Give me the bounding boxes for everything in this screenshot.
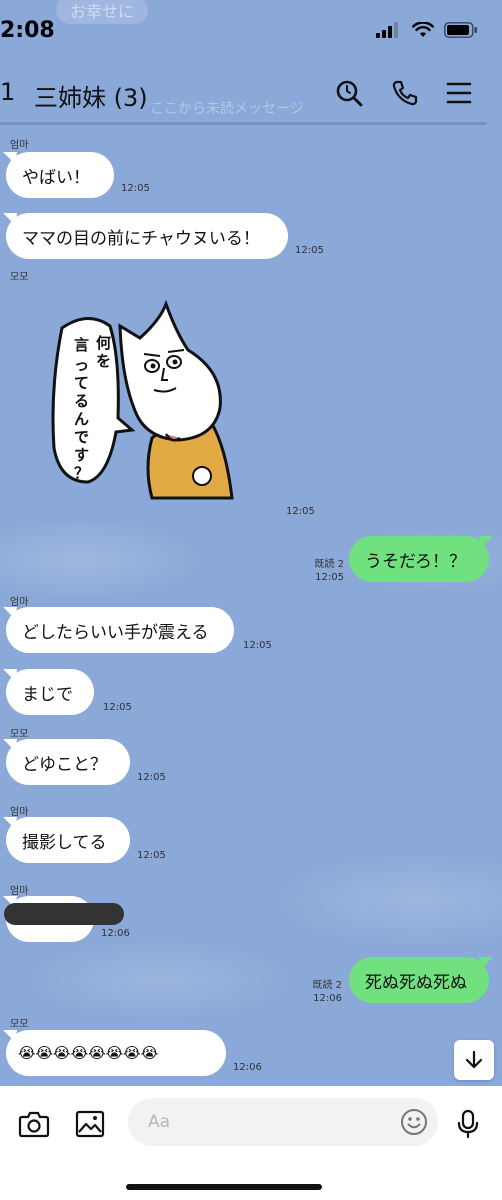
sticker-message[interactable]: 何 を 言 っ て る ん で す ？ <box>48 298 248 504</box>
message-time: 12:05 <box>315 571 344 583</box>
menu-button[interactable] <box>442 76 476 110</box>
scroll-to-bottom-button[interactable] <box>454 1040 494 1080</box>
read-receipt: 既読 2 12:06 <box>310 980 342 1005</box>
phone-icon <box>392 80 418 106</box>
wifi-icon <box>412 22 434 37</box>
svg-text:っ: っ <box>74 356 89 374</box>
read-count: 既読 2 <box>314 559 344 570</box>
ghost-notice: お幸せに <box>56 0 149 24</box>
read-receipt: 既読 2 12:05 <box>312 559 344 584</box>
chat-header: 1 三姉妹 (3) ここから未読メッセージ <box>0 62 502 124</box>
image-icon <box>75 1110 105 1138</box>
arrow-down-icon <box>465 1050 483 1069</box>
svg-text:る: る <box>74 392 89 410</box>
message-time: 12:05 <box>137 850 166 861</box>
message-time: 12:06 <box>313 992 342 1004</box>
message-bubble-incoming[interactable]: ママの目の前にチャウヌいる！ <box>6 213 288 259</box>
home-indicator <box>126 1184 322 1190</box>
message-bubble-incoming[interactable]: まじで <box>6 669 94 715</box>
image-button[interactable] <box>72 1106 108 1142</box>
message-time: 12:05 <box>295 245 324 256</box>
cat-sticker-image: 何 を 言 っ て る ん で す ？ <box>51 299 234 500</box>
camera-button[interactable] <box>16 1106 52 1142</box>
message-bubble-incoming[interactable]: 撮影してる <box>6 817 130 863</box>
sender-name: 모모 <box>10 272 29 283</box>
message-bubble-incoming[interactable]: やばい！ <box>6 152 114 198</box>
svg-text:言: 言 <box>74 336 89 354</box>
mic-button[interactable] <box>450 1106 486 1142</box>
search-button[interactable] <box>332 76 366 110</box>
svg-text:ん: ん <box>74 410 89 428</box>
message-time: 12:06 <box>233 1062 262 1073</box>
message-time: 12:06 <box>101 928 130 939</box>
message-bubble-outgoing[interactable]: うそだろ！？ <box>349 536 489 582</box>
menu-icon <box>446 82 472 104</box>
message-bubble-incoming[interactable]: 😭😭😭😭😭😭😭😭 <box>6 1030 226 1076</box>
status-icons <box>376 22 478 38</box>
svg-text:て: て <box>74 374 89 392</box>
sender-name: 모모 <box>10 1019 29 1030</box>
signal-icon <box>376 22 398 38</box>
search-icon <box>336 80 363 107</box>
unread-divider-ghost: ここから未読メッセージ <box>150 101 304 117</box>
header-divider <box>0 122 486 125</box>
svg-text:？: ？ <box>74 464 89 482</box>
chat-title[interactable]: 三姉妹 (3) <box>34 78 148 113</box>
message-time: 12:05 <box>286 506 315 517</box>
status-bar: お幸せに 2:08 <box>0 0 502 62</box>
redaction-bar <box>4 903 124 925</box>
message-bubble-incoming[interactable]: どゆこと？ <box>6 739 130 785</box>
svg-text:で: で <box>74 428 89 446</box>
svg-text:何: 何 <box>96 334 111 352</box>
message-time: 12:05 <box>243 640 272 651</box>
message-input[interactable] <box>128 1098 438 1146</box>
sender-name: 엄마 <box>10 807 29 818</box>
status-time: 2:08 <box>0 18 55 43</box>
sender-name: 엄마 <box>10 597 29 608</box>
message-time: 12:05 <box>103 702 132 713</box>
back-button[interactable]: 1 <box>0 78 15 106</box>
battery-icon <box>444 22 477 38</box>
message-input-bar <box>0 1086 502 1200</box>
emoji-icon <box>401 1109 427 1135</box>
camera-icon <box>18 1111 50 1138</box>
message-time: 12:05 <box>137 772 166 783</box>
message-time: 12:05 <box>121 183 150 194</box>
message-bubble-outgoing[interactable]: 死ぬ死ぬ死ぬ <box>349 957 489 1003</box>
read-count: 既読 2 <box>312 980 342 991</box>
sender-name: 엄마 <box>10 886 29 897</box>
svg-text:を: を <box>96 352 111 370</box>
call-button[interactable] <box>388 76 422 110</box>
emoji-button[interactable] <box>398 1106 430 1138</box>
sender-name: 엄마 <box>10 140 29 151</box>
sender-name: 모모 <box>10 729 29 740</box>
mic-icon <box>457 1109 479 1139</box>
message-bubble-incoming[interactable]: どしたらいい手が震える <box>6 607 234 653</box>
svg-text:す: す <box>74 446 89 464</box>
